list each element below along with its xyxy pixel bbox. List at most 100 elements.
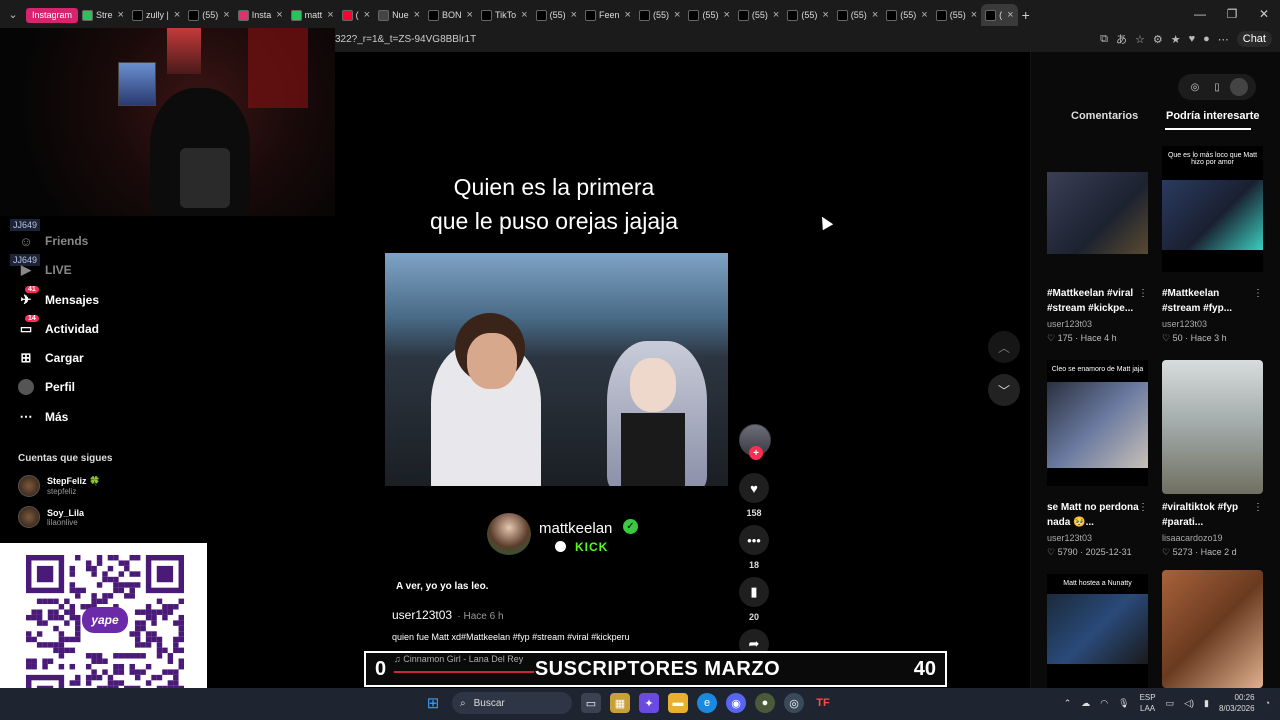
wifi-icon[interactable]: ◠ bbox=[1100, 698, 1108, 709]
close-tab-icon[interactable]: × bbox=[467, 9, 473, 21]
close-tab-icon[interactable]: × bbox=[571, 9, 577, 21]
close-tab-icon[interactable]: × bbox=[921, 9, 927, 21]
battery-icon[interactable]: ▮ bbox=[1204, 698, 1209, 709]
close-tab-icon[interactable]: × bbox=[625, 9, 631, 21]
video-author[interactable]: user123t03 · Hace 6 h bbox=[392, 608, 504, 622]
browser-tab[interactable]: TikTo × bbox=[477, 4, 532, 26]
favorites-icon[interactable]: ★ bbox=[1171, 33, 1181, 46]
close-tab-icon[interactable]: × bbox=[174, 9, 180, 21]
following-account[interactable]: Soy_Lila lilaonlive bbox=[18, 506, 84, 528]
recommended-card[interactable]: #Mattkeelan #viral #stream #kickpe... ⋮ … bbox=[1047, 146, 1148, 346]
avatar[interactable] bbox=[1230, 78, 1248, 96]
card-more-icon[interactable]: ⋮ bbox=[1253, 502, 1263, 513]
favorite-star-icon[interactable]: ☆ bbox=[1135, 33, 1145, 46]
obs-icon[interactable]: ◎ bbox=[784, 693, 804, 713]
sidebar-item-actividad[interactable]: ▭ 14 Actividad bbox=[18, 315, 99, 340]
language-indicator[interactable]: ESP LAA bbox=[1140, 692, 1156, 714]
onedrive-icon[interactable]: ☁ bbox=[1081, 698, 1090, 709]
card-more-icon[interactable]: ⋮ bbox=[1253, 288, 1263, 299]
tf-app-icon[interactable]: TF bbox=[813, 693, 833, 713]
browser-tab[interactable]: Nue × bbox=[374, 4, 424, 26]
network-icon[interactable]: ▭ bbox=[1166, 698, 1175, 709]
show-hidden-icons-icon[interactable]: ⌃ bbox=[1064, 698, 1072, 709]
microphone-icon[interactable]: 🎙 bbox=[1118, 698, 1129, 709]
comment-button[interactable]: ••• bbox=[739, 525, 769, 555]
volume-icon[interactable]: ◁) bbox=[1184, 698, 1194, 709]
store-icon[interactable]: ▦ bbox=[610, 693, 630, 713]
previous-video-button[interactable]: ︿ bbox=[988, 331, 1020, 363]
close-tab-icon[interactable]: × bbox=[822, 9, 828, 21]
url-text[interactable]: 322?_r=1&_t=ZS-94VG8BBlr1T bbox=[335, 34, 476, 45]
browser-tab[interactable]: (55) × bbox=[532, 4, 581, 26]
translate-icon[interactable]: あ bbox=[1116, 31, 1127, 47]
browser-tab[interactable]: Insta × bbox=[234, 4, 287, 26]
minimize-button[interactable]: — bbox=[1184, 7, 1216, 21]
browser-tab[interactable]: zully | × bbox=[128, 4, 184, 26]
notifications-icon[interactable]: ◔ bbox=[1265, 698, 1270, 708]
browser-tab[interactable]: (55) × bbox=[783, 4, 832, 26]
next-video-button[interactable]: ﹀ bbox=[988, 374, 1020, 406]
windows-start-icon[interactable]: ⊞ bbox=[423, 693, 443, 713]
app-icon[interactable]: ● bbox=[755, 693, 775, 713]
browser-tab[interactable]: (55) × bbox=[833, 4, 882, 26]
browser-tab[interactable]: matt × bbox=[287, 4, 338, 26]
browser-tab[interactable]: (55) × bbox=[635, 4, 684, 26]
file-explorer-icon[interactable]: ▬ bbox=[668, 693, 688, 713]
follow-plus-icon[interactable]: + bbox=[749, 446, 763, 460]
picture-in-picture-icon[interactable]: ◎ bbox=[1186, 82, 1204, 93]
new-tab-button[interactable]: + bbox=[1018, 4, 1034, 26]
close-tab-icon[interactable]: × bbox=[1007, 9, 1013, 21]
sidebar-item-mensajes[interactable]: ✈ 41 Mensajes bbox=[18, 286, 99, 311]
sidebar-item-mas[interactable]: ⋯ Más bbox=[18, 406, 69, 428]
copilot-icon[interactable]: ✦ bbox=[639, 693, 659, 713]
close-tab-icon[interactable]: × bbox=[872, 9, 878, 21]
sidebar-item-perfil[interactable]: Perfil bbox=[18, 376, 75, 398]
browser-tab[interactable]: Stre × bbox=[78, 4, 128, 26]
close-tab-icon[interactable]: × bbox=[723, 9, 729, 21]
browser-tab[interactable]: (× bbox=[981, 4, 1018, 26]
browser-tab[interactable]: (55) × bbox=[684, 4, 733, 26]
tab-comments[interactable]: Comentarios bbox=[1071, 110, 1138, 122]
recommended-card[interactable] bbox=[1162, 570, 1263, 688]
copilot-chat-button[interactable]: Chat bbox=[1236, 31, 1272, 47]
recommended-card[interactable]: Matt hostea a Nunatty bbox=[1047, 574, 1148, 688]
profile-avatar-icon[interactable]: ● bbox=[1203, 33, 1210, 45]
tab-recommended[interactable]: Podría interesarte bbox=[1166, 110, 1260, 122]
extensions-icon[interactable]: ⚙ bbox=[1153, 33, 1163, 46]
recommended-card[interactable]: #viraltiktok #fyp #parati... ⋮ lisaacard… bbox=[1162, 360, 1263, 560]
sidebar-item-friends[interactable]: ☺ Friends bbox=[18, 230, 88, 252]
browser-tab[interactable]: (55) × bbox=[932, 4, 981, 26]
card-more-icon[interactable]: ⋮ bbox=[1138, 288, 1148, 299]
browser-tab[interactable]: Feen × bbox=[581, 4, 635, 26]
video-player[interactable] bbox=[385, 253, 728, 486]
save-button[interactable]: ▮ bbox=[739, 577, 769, 607]
close-tab-icon[interactable]: × bbox=[276, 9, 282, 21]
clock[interactable]: 00:26 8/03/2026 bbox=[1219, 692, 1255, 714]
browser-tab[interactable]: Instagram bbox=[26, 7, 79, 23]
close-tab-icon[interactable]: × bbox=[223, 9, 229, 21]
maximize-button[interactable]: ❐ bbox=[1216, 7, 1248, 21]
tab-list-chevron-icon[interactable]: ⌄ bbox=[0, 0, 26, 28]
close-tab-icon[interactable]: × bbox=[118, 9, 124, 21]
browser-tab[interactable]: BON × bbox=[424, 4, 477, 26]
sidebar-item-cargar[interactable]: ⊞ Cargar bbox=[18, 347, 84, 369]
recommended-card[interactable]: Cleo se enamoro de Matt jaja se Matt no … bbox=[1047, 360, 1148, 560]
close-tab-icon[interactable]: × bbox=[327, 9, 333, 21]
task-view-icon[interactable]: ▭ bbox=[581, 693, 601, 713]
close-tab-icon[interactable]: × bbox=[674, 9, 680, 21]
browser-tab[interactable]: (55) × bbox=[184, 4, 233, 26]
settings-more-icon[interactable]: ⋯ bbox=[1218, 33, 1229, 46]
card-more-icon[interactable]: ⋮ bbox=[1138, 502, 1148, 513]
browser-essentials-icon[interactable]: ♥ bbox=[1189, 33, 1196, 45]
browser-tab[interactable]: (55) × bbox=[882, 4, 931, 26]
browser-tab[interactable]: (× bbox=[338, 4, 374, 26]
recommended-card[interactable]: Que es lo más loco que Matt hizo por amo… bbox=[1162, 146, 1263, 346]
open-in-app-icon[interactable]: ⧉ bbox=[1100, 33, 1108, 46]
following-account[interactable]: StepFeliz 🍀 stepfeliz bbox=[18, 475, 100, 497]
browser-tab[interactable]: (55) × bbox=[734, 4, 783, 26]
sidebar-item-live[interactable]: ▶ LIVE bbox=[18, 259, 72, 281]
close-tab-icon[interactable]: × bbox=[971, 9, 977, 21]
discord-icon[interactable]: ◉ bbox=[726, 693, 746, 713]
close-window-button[interactable]: ✕ bbox=[1248, 7, 1280, 21]
close-tab-icon[interactable]: × bbox=[364, 9, 370, 21]
